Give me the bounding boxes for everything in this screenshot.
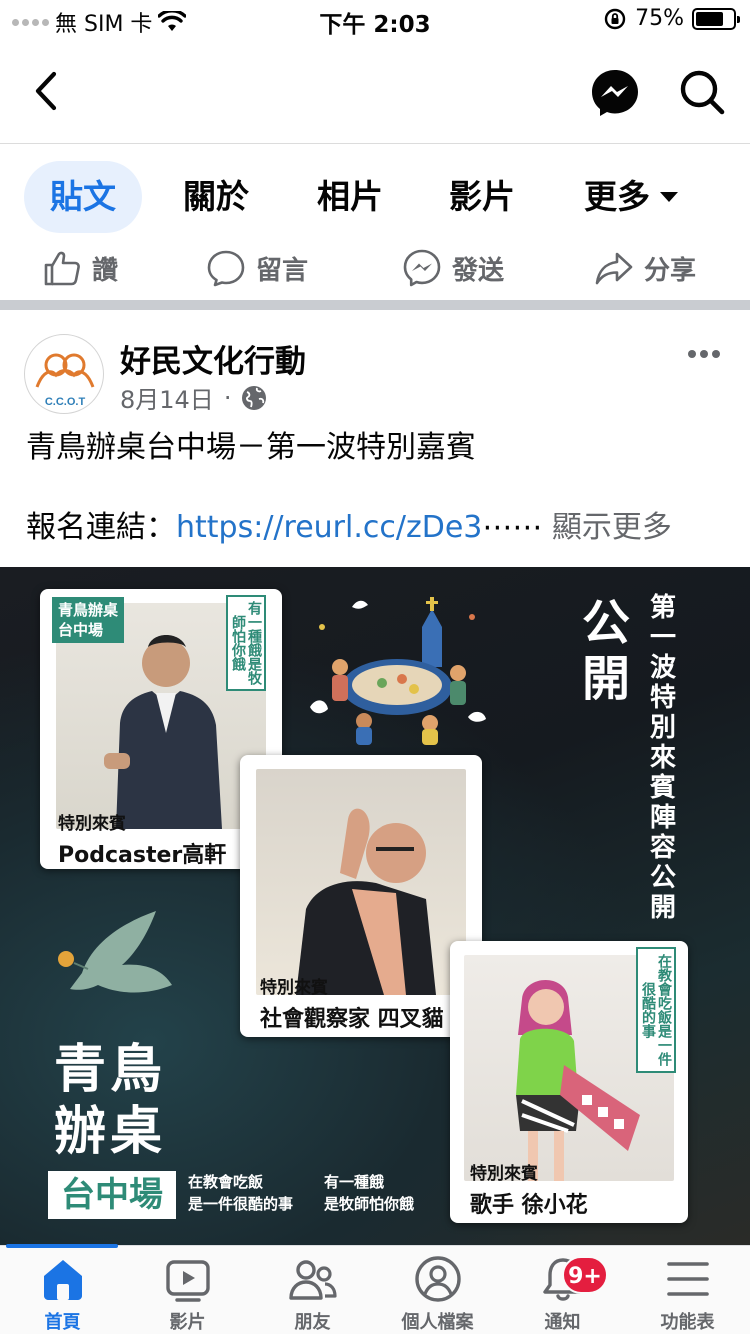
tagline-2: 有一種餓 是牧師怕你餓: [324, 1173, 415, 1213]
tab-photos[interactable]: 相片: [296, 161, 404, 233]
comment-button[interactable]: 留言: [206, 242, 308, 294]
headline-vertical: 第一波特別來賓陣容公開: [649, 593, 676, 923]
send-label: 發送: [452, 255, 505, 286]
share-label: 分享: [644, 255, 697, 286]
tab-profile-label: 個人檔案: [401, 1312, 474, 1333]
profile-icon: [415, 1256, 461, 1302]
menu-icon: [667, 1262, 709, 1296]
card-2-name: 社會觀察家 四叉貓: [260, 1007, 444, 1032]
page-name[interactable]: 好民文化行動: [120, 336, 306, 381]
top-nav-bar: [0, 40, 750, 144]
post-link-line: 報名連結：https://reurl.cc/zDe3⋯⋯ 顯示更多: [26, 508, 736, 548]
like-label: 讚: [92, 255, 119, 286]
tab-friends-label: 朋友: [294, 1312, 331, 1333]
share-button[interactable]: 分享: [594, 242, 696, 294]
comment-label: 留言: [256, 255, 309, 286]
banquet-illustration: [310, 597, 486, 745]
friends-icon: [289, 1260, 337, 1300]
page-avatar[interactable]: C.C.O.T: [24, 334, 104, 414]
guest-photo-2: [256, 769, 466, 995]
card-3-label: 特別來賓: [470, 1164, 538, 1184]
tab-more-label: 更多: [584, 177, 650, 216]
guest-card-3: 在教會吃飯是一件很酷的事 特別來賓 歌手 徐小花: [450, 941, 688, 1223]
back-icon[interactable]: [24, 66, 74, 116]
home-icon: [44, 1260, 82, 1300]
ellipsis: ⋯⋯: [482, 510, 543, 545]
headline-big: 公開: [581, 595, 630, 707]
tab-menu[interactable]: 功能表: [625, 1246, 750, 1334]
tab-videos[interactable]: 影片: [428, 161, 536, 233]
see-more-link[interactable]: 顯示更多: [552, 510, 672, 545]
dove-illustration: [58, 911, 172, 993]
more-options-icon[interactable]: [686, 348, 722, 360]
post-header: C.C.O.T 好民文化行動 8月14日 ·: [0, 310, 750, 420]
battery-icon: [692, 7, 740, 30]
ccot-logo: C.C.O.T: [35, 353, 95, 408]
status-bar: 無 SIM 卡 下午 2:03 75%: [0, 0, 750, 40]
status-right: 75%: [603, 6, 740, 31]
guest-card-2: 特別來賓 社會觀察家 四叉貓: [240, 755, 482, 1037]
card-3-name: 歌手 徐小花: [470, 1193, 588, 1218]
link-label: 報名連結：: [26, 510, 176, 545]
card-3-vertical-tag: 在教會吃飯是一件很酷的事: [636, 947, 676, 1073]
event-city: 台中場: [48, 1171, 176, 1219]
page-tabs: 貼文 關於 相片 影片 更多: [0, 144, 750, 236]
rotation-lock-icon: [604, 8, 626, 29]
card-1-name: Podcaster高軒: [58, 843, 227, 868]
notification-badge: 9+: [562, 1256, 608, 1294]
video-icon: [166, 1260, 210, 1302]
messenger-send-icon: [403, 249, 441, 287]
tab-notifications-label: 通知: [544, 1312, 581, 1333]
card-1-event-tag: 青鳥辦桌 台中場: [52, 597, 125, 643]
meta-dot: ·: [223, 383, 232, 412]
battery-percent: 75%: [635, 6, 684, 31]
action-row: 讚 留言 發送 分享: [0, 236, 750, 300]
tab-posts[interactable]: 貼文: [24, 161, 142, 233]
tab-about[interactable]: 關於: [162, 161, 270, 233]
tab-home-label: 首頁: [44, 1312, 81, 1333]
tab-more[interactable]: 更多: [566, 161, 696, 233]
comment-icon: [207, 250, 245, 287]
tab-home[interactable]: 首頁: [0, 1246, 125, 1334]
logo-text: C.C.O.T: [45, 396, 86, 408]
bottom-tab-bar: 首頁 影片 朋友 個人檔案 9+ 通知 功能表: [0, 1244, 750, 1334]
post-date[interactable]: 8月14日: [120, 380, 214, 415]
tab-video[interactable]: 影片: [125, 1246, 250, 1334]
card-2-label: 特別來賓: [260, 978, 328, 998]
caret-down-icon: [660, 192, 678, 202]
tab-profile[interactable]: 個人檔案: [375, 1246, 500, 1334]
event-title: 青鳥辦桌: [54, 1040, 167, 1162]
post-image[interactable]: 公開 第一波特別來賓陣容公開 青鳥辦桌 台中場 有一種餓是牧師怕你餓 特別來賓 …: [0, 567, 750, 1245]
post-text: 青鳥辦桌台中場－第一波特別嘉賓: [26, 430, 476, 465]
card-1-vertical-tag: 有一種餓是牧師怕你餓: [226, 595, 266, 691]
thumbs-up-icon: [44, 251, 80, 286]
send-button[interactable]: 發送: [402, 242, 504, 294]
tab-video-label: 影片: [169, 1312, 206, 1333]
tab-friends[interactable]: 朋友: [250, 1246, 375, 1334]
share-icon: [595, 252, 633, 285]
search-icon[interactable]: [676, 66, 728, 118]
tagline-1: 在教會吃飯 是一件很酷的事: [188, 1173, 294, 1213]
globe-icon: [242, 385, 267, 410]
tab-menu-label: 功能表: [660, 1312, 715, 1333]
section-divider: [0, 300, 750, 310]
tab-notifications[interactable]: 9+ 通知: [500, 1246, 625, 1334]
registration-link[interactable]: https://reurl.cc/zDe3: [176, 510, 482, 545]
post-meta: 8月14日 ·: [120, 380, 267, 415]
messenger-icon[interactable]: [588, 66, 642, 120]
guest-silhouette-2: [296, 808, 436, 995]
like-button[interactable]: 讚: [42, 242, 118, 294]
card-1-label: 特別來賓: [58, 814, 126, 834]
